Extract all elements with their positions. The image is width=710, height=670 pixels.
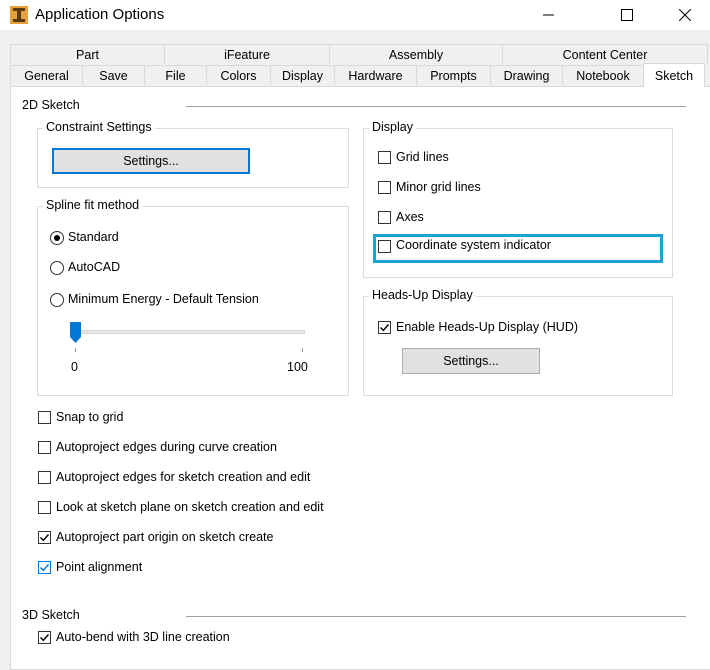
section-divider	[186, 106, 686, 107]
slider-max-label: 100	[287, 360, 308, 374]
radio-minimum-energy[interactable]	[50, 293, 64, 307]
slider-tick	[75, 348, 76, 352]
tab-ifeature[interactable]: iFeature	[164, 44, 330, 64]
tab-file[interactable]: File	[144, 65, 207, 85]
tab-content-center[interactable]: Content Center	[502, 44, 708, 64]
section-title-3d-sketch: 3D Sketch	[22, 608, 80, 622]
tab-display[interactable]: Display	[270, 65, 335, 85]
tab-hardware[interactable]: Hardware	[334, 65, 417, 85]
tab-part[interactable]: Part	[10, 44, 165, 64]
autoproject-part-origin-checkbox[interactable]	[38, 531, 51, 544]
checkmark-icon	[40, 534, 50, 542]
radio-standard-label: Standard	[68, 230, 119, 244]
title-bar: Application Options	[0, 0, 710, 30]
tab-assembly[interactable]: Assembly	[329, 44, 503, 64]
snap-to-grid-checkbox[interactable]	[38, 411, 51, 424]
snap-to-grid-label: Snap to grid	[56, 410, 124, 424]
hud-settings-button[interactable]: Settings...	[402, 348, 540, 374]
autoproject-curve-checkbox[interactable]	[38, 441, 51, 454]
heads-up-display-title: Heads-Up Display	[369, 288, 476, 302]
radio-standard[interactable]	[50, 231, 64, 245]
tab-save[interactable]: Save	[82, 65, 145, 85]
axes-label: Axes	[396, 210, 424, 224]
axes-checkbox[interactable]	[378, 211, 391, 224]
radio-autocad-label: AutoCAD	[68, 260, 121, 274]
tab-notebook[interactable]: Notebook	[562, 65, 644, 85]
autoproject-part-origin-label: Autoproject part origin on sketch create	[56, 530, 274, 544]
minimize-button[interactable]	[526, 0, 572, 30]
tab-sketch[interactable]: Sketch	[643, 63, 705, 87]
tab-colors[interactable]: Colors	[206, 65, 271, 85]
coordinate-system-indicator-label: Coordinate system indicator	[396, 238, 551, 252]
enable-hud-checkbox[interactable]	[378, 321, 391, 334]
minimize-icon	[543, 14, 554, 16]
auto-bend-label: Auto-bend with 3D line creation	[56, 630, 230, 644]
autoproject-sketch-edit-checkbox[interactable]	[38, 471, 51, 484]
maximize-button[interactable]	[604, 0, 650, 30]
constraint-settings-button[interactable]: Settings...	[52, 148, 250, 174]
close-button[interactable]	[662, 0, 708, 30]
radio-autocad[interactable]	[50, 261, 64, 275]
minor-grid-lines-label: Minor grid lines	[396, 180, 481, 194]
slider-min-label: 0	[71, 360, 78, 374]
close-icon	[679, 9, 691, 21]
tension-slider-track[interactable]	[72, 330, 305, 334]
enable-hud-label: Enable Heads-Up Display (HUD)	[396, 320, 579, 334]
point-alignment-checkbox[interactable]	[38, 561, 51, 574]
slider-tick	[302, 348, 303, 352]
minor-grid-lines-checkbox[interactable]	[378, 181, 391, 194]
checkmark-icon	[40, 634, 50, 642]
point-alignment-label: Point alignment	[56, 560, 143, 574]
spline-fit-title: Spline fit method	[43, 198, 143, 212]
section-divider	[186, 616, 686, 617]
auto-bend-checkbox[interactable]	[38, 631, 51, 644]
constraint-settings-title: Constraint Settings	[43, 120, 155, 134]
coordinate-system-indicator-checkbox[interactable]	[378, 240, 391, 253]
window-title: Application Options	[35, 6, 165, 23]
tab-general[interactable]: General	[10, 65, 83, 85]
grid-lines-checkbox[interactable]	[378, 151, 391, 164]
maximize-icon	[621, 9, 633, 21]
tab-prompts[interactable]: Prompts	[416, 65, 491, 85]
display-title: Display	[369, 120, 416, 134]
autoproject-curve-label: Autoproject edges during curve creation	[56, 440, 277, 454]
heads-up-display-group	[363, 296, 673, 396]
section-title-2d-sketch: 2D Sketch	[22, 98, 80, 112]
checkmark-icon	[40, 564, 50, 572]
tab-drawing[interactable]: Drawing	[490, 65, 563, 85]
look-at-sketch-plane-checkbox[interactable]	[38, 501, 51, 514]
radio-minimum-energy-label: Minimum Energy - Default Tension	[68, 292, 259, 306]
tension-slider-thumb[interactable]	[70, 322, 81, 343]
autoproject-sketch-edit-label: Autoproject edges for sketch creation an…	[56, 470, 311, 484]
grid-lines-label: Grid lines	[396, 150, 449, 164]
checkmark-icon	[380, 324, 390, 332]
look-at-sketch-plane-label: Look at sketch plane on sketch creation …	[56, 500, 324, 514]
inventor-app-icon	[10, 6, 28, 24]
